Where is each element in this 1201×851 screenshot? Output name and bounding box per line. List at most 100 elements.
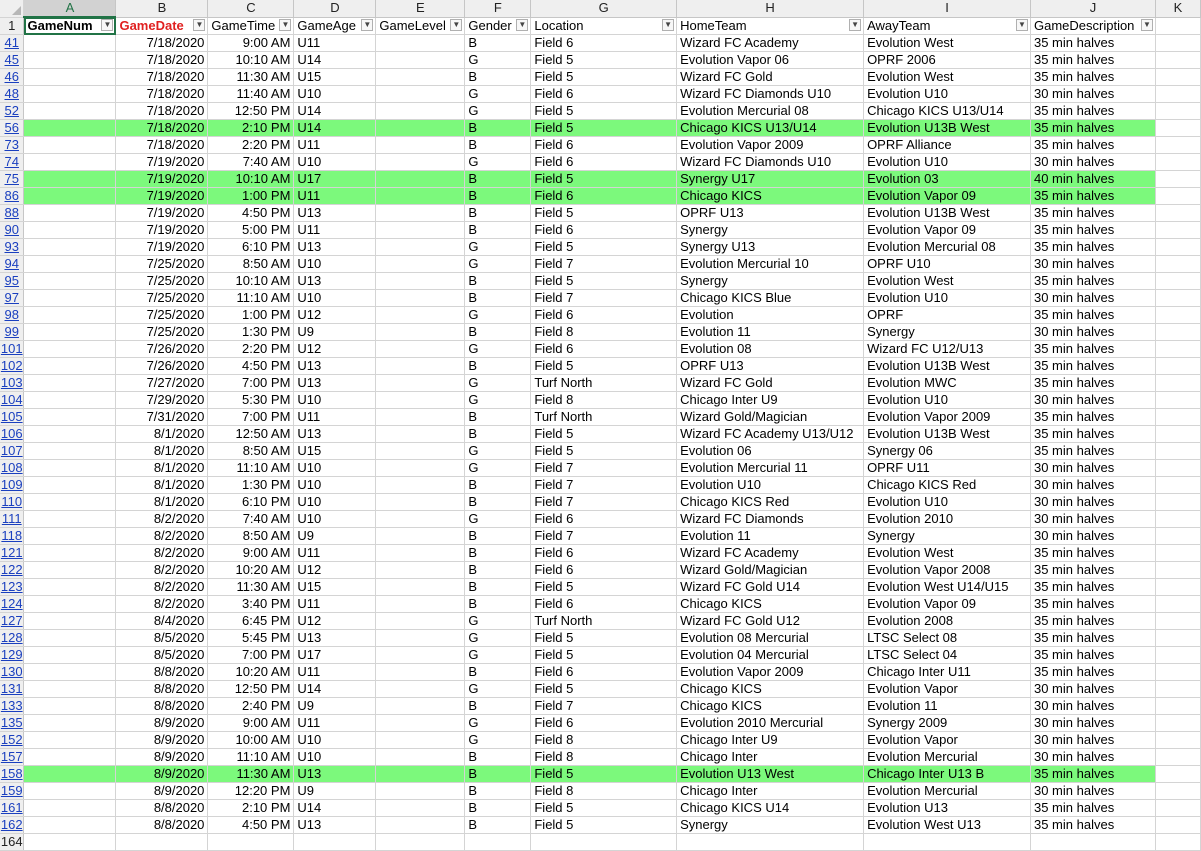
game-num-cell[interactable] bbox=[23, 289, 117, 307]
away-team-cell[interactable]: Synergy bbox=[863, 323, 1031, 341]
away-team-cell[interactable]: Evolution Vapor 09 bbox=[863, 187, 1031, 205]
game-time-cell[interactable]: 12:50 AM bbox=[207, 425, 295, 443]
away-team-cell[interactable]: Synergy 2009 bbox=[863, 714, 1031, 732]
game-age-cell[interactable]: U12 bbox=[293, 561, 377, 579]
row-number[interactable]: 152 bbox=[0, 731, 25, 749]
gender-cell[interactable]: B bbox=[464, 221, 532, 239]
home-team-cell[interactable]: Chicago Inter bbox=[676, 782, 865, 800]
game-level-cell[interactable] bbox=[375, 272, 466, 290]
home-team-cell[interactable]: Wizard FC Gold bbox=[676, 68, 865, 86]
row-number[interactable]: 1 bbox=[0, 17, 25, 35]
empty-cell[interactable] bbox=[1155, 153, 1201, 171]
location-cell[interactable]: Field 5 bbox=[530, 357, 678, 375]
game-level-cell[interactable] bbox=[375, 442, 466, 460]
empty-cell[interactable] bbox=[23, 833, 117, 851]
empty-cell[interactable] bbox=[293, 833, 377, 851]
row-number[interactable]: 128 bbox=[0, 629, 25, 647]
gender-cell[interactable]: G bbox=[464, 714, 532, 732]
location-cell[interactable]: Field 6 bbox=[530, 34, 678, 52]
game-level-cell[interactable] bbox=[375, 578, 466, 596]
location-cell[interactable]: Field 5 bbox=[530, 765, 678, 783]
gender-cell[interactable]: B bbox=[464, 323, 532, 341]
game-description-cell[interactable]: 35 min halves bbox=[1030, 306, 1156, 324]
game-description-cell[interactable]: 30 min halves bbox=[1030, 731, 1156, 749]
gender-cell[interactable]: G bbox=[464, 510, 532, 528]
gender-cell[interactable]: B bbox=[464, 748, 532, 766]
game-date-cell[interactable]: 7/19/2020 bbox=[115, 238, 209, 256]
away-team-cell[interactable]: Evolution Vapor bbox=[863, 731, 1031, 749]
location-cell[interactable]: Field 5 bbox=[530, 68, 678, 86]
game-description-cell[interactable]: 35 min halves bbox=[1030, 187, 1156, 205]
game-date-cell[interactable]: 7/18/2020 bbox=[115, 119, 209, 137]
empty-cell[interactable] bbox=[1155, 799, 1201, 817]
game-date-cell[interactable]: 8/2/2020 bbox=[115, 510, 209, 528]
location-cell[interactable]: Field 5 bbox=[530, 799, 678, 817]
game-num-cell[interactable] bbox=[23, 357, 117, 375]
game-age-cell[interactable]: U14 bbox=[293, 680, 377, 698]
home-team-cell[interactable]: Synergy bbox=[676, 816, 865, 834]
home-team-cell[interactable]: Chicago Inter U9 bbox=[676, 731, 865, 749]
gender-cell[interactable]: B bbox=[464, 799, 532, 817]
row-number[interactable]: 73 bbox=[0, 136, 25, 154]
row-number[interactable]: 127 bbox=[0, 612, 25, 630]
location-cell[interactable]: Field 5 bbox=[530, 629, 678, 647]
game-num-cell[interactable] bbox=[23, 34, 117, 52]
empty-cell[interactable] bbox=[1155, 323, 1201, 341]
empty-cell[interactable] bbox=[1155, 646, 1201, 664]
game-date-cell[interactable]: 8/1/2020 bbox=[115, 442, 209, 460]
game-age-cell[interactable]: U10 bbox=[293, 391, 377, 409]
home-team-cell[interactable]: Evolution 06 bbox=[676, 442, 865, 460]
game-num-cell[interactable] bbox=[23, 340, 117, 358]
game-description-cell[interactable]: 35 min halves bbox=[1030, 68, 1156, 86]
away-team-cell[interactable]: Evolution West U13 bbox=[863, 816, 1031, 834]
game-num-cell[interactable] bbox=[23, 408, 117, 426]
gender-cell[interactable]: B bbox=[464, 476, 532, 494]
game-date-cell[interactable]: 8/9/2020 bbox=[115, 714, 209, 732]
gender-cell[interactable]: B bbox=[464, 170, 532, 188]
row-number[interactable]: 105 bbox=[0, 408, 25, 426]
location-cell[interactable]: Field 5 bbox=[530, 816, 678, 834]
location-cell[interactable]: Field 6 bbox=[530, 714, 678, 732]
game-date-cell[interactable]: 8/1/2020 bbox=[115, 476, 209, 494]
empty-cell[interactable] bbox=[1155, 765, 1201, 783]
empty-cell[interactable] bbox=[1155, 459, 1201, 477]
gender-cell[interactable]: B bbox=[464, 663, 532, 681]
filter-dropdown-icon[interactable]: ▼ bbox=[516, 18, 529, 31]
game-time-cell[interactable]: 10:10 AM bbox=[207, 272, 295, 290]
away-team-cell[interactable]: Evolution West bbox=[863, 544, 1031, 562]
home-team-cell[interactable]: Wizard FC Gold U12 bbox=[676, 612, 865, 630]
home-team-cell[interactable]: Evolution Vapor 2009 bbox=[676, 136, 865, 154]
filter-dropdown-icon[interactable]: ▼ bbox=[849, 18, 862, 31]
game-date-cell[interactable]: 7/19/2020 bbox=[115, 153, 209, 171]
game-description-cell[interactable]: 30 min halves bbox=[1030, 255, 1156, 273]
location-cell[interactable]: Field 5 bbox=[530, 102, 678, 120]
game-age-cell[interactable]: U15 bbox=[293, 68, 377, 86]
game-level-cell[interactable] bbox=[375, 544, 466, 562]
game-date-cell[interactable]: 7/31/2020 bbox=[115, 408, 209, 426]
location-cell[interactable]: Field 7 bbox=[530, 255, 678, 273]
location-cell[interactable]: Turf North bbox=[530, 612, 678, 630]
away-team-cell[interactable]: Evolution West bbox=[863, 34, 1031, 52]
game-description-cell[interactable]: 35 min halves bbox=[1030, 816, 1156, 834]
game-num-cell[interactable] bbox=[23, 816, 117, 834]
location-cell[interactable]: Field 6 bbox=[530, 544, 678, 562]
game-description-cell[interactable]: 40 min halves bbox=[1030, 170, 1156, 188]
game-num-cell[interactable] bbox=[23, 306, 117, 324]
row-number[interactable]: 94 bbox=[0, 255, 25, 273]
empty-cell[interactable] bbox=[1155, 272, 1201, 290]
gender-cell[interactable]: B bbox=[464, 595, 532, 613]
gender-cell[interactable]: G bbox=[464, 340, 532, 358]
game-level-cell[interactable] bbox=[375, 697, 466, 715]
game-time-cell[interactable]: 11:10 AM bbox=[207, 459, 295, 477]
row-number[interactable]: 157 bbox=[0, 748, 25, 766]
empty-cell[interactable] bbox=[1155, 119, 1201, 137]
game-description-cell[interactable]: 35 min halves bbox=[1030, 629, 1156, 647]
game-level-cell[interactable] bbox=[375, 68, 466, 86]
filter-dropdown-icon[interactable]: ▼ bbox=[450, 18, 463, 31]
game-date-cell[interactable]: 7/19/2020 bbox=[115, 204, 209, 222]
game-num-cell[interactable] bbox=[23, 748, 117, 766]
column-header-g[interactable]: G bbox=[530, 0, 678, 18]
game-date-cell[interactable]: 8/5/2020 bbox=[115, 629, 209, 647]
empty-cell[interactable] bbox=[1155, 204, 1201, 222]
game-level-cell[interactable] bbox=[375, 510, 466, 528]
